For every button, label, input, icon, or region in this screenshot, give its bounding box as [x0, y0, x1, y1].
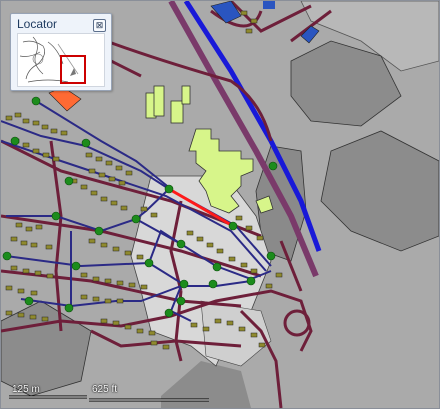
scale-bar: 125 m 625 ft — [9, 384, 213, 402]
locator-title: Locator — [17, 17, 58, 31]
blue-building-3[interactable] — [263, 1, 275, 9]
locator-overview-map[interactable] — [17, 33, 105, 87]
locator-panel[interactable]: Locator ⊠ — [10, 13, 112, 91]
map-view[interactable]: Locator ⊠ 125 m 625 ft — [0, 0, 440, 409]
close-icon[interactable]: ⊠ — [93, 19, 106, 32]
scale-bar-lines — [9, 395, 209, 402]
locator-map-drawing — [18, 34, 104, 86]
